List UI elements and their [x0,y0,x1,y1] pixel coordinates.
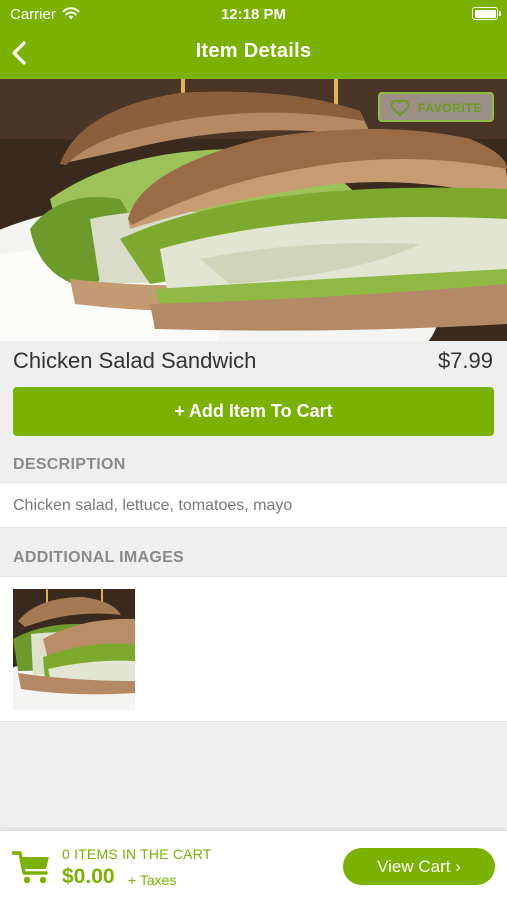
description-panel: Chicken salad, lettuce, tomatoes, mayo [0,482,507,528]
chevron-right-icon: › [455,857,461,876]
cart-summary-bar: 0 ITEMS IN THE CART $0.00 + Taxes View C… [0,830,507,900]
add-to-cart-button[interactable]: + Add Item To Cart [13,387,494,436]
cart-icon[interactable] [12,849,52,885]
additional-images-panel [0,576,507,722]
item-name: Chicken Salad Sandwich [13,348,257,373]
favorite-label: FAVORITE [418,101,482,115]
item-hero-image: FAVORITE [0,79,507,341]
description-text: Chicken salad, lettuce, tomatoes, mayo [13,497,293,514]
sandwich-thumbnail-photo [13,589,135,710]
battery-icon [472,7,501,20]
navigation-bar: Item Details [0,30,507,74]
additional-image-thumbnail[interactable] [13,589,135,710]
view-cart-label: View Cart [377,857,451,876]
item-price: $7.99 [437,348,493,373]
header: Carrier 12:18 PM Item Details [0,0,507,79]
status-bar: Carrier 12:18 PM [0,0,507,28]
add-to-cart-label: Add Item To Cart [188,401,333,421]
view-cart-button[interactable]: View Cart › [343,848,495,885]
clock: 12:18 PM [220,6,287,23]
cart-taxes-note: + Taxes [128,872,177,888]
favorite-button[interactable]: FAVORITE [378,92,494,122]
plus-icon: + [174,401,185,421]
cart-total: $0.00 [62,865,115,888]
cart-items-count: 0 ITEMS IN THE CART [62,846,212,862]
battery-fill [474,9,496,18]
page-title: Item Details [195,40,312,62]
heart-icon [390,99,410,116]
additional-images-heading: ADDITIONAL IMAGES [13,549,185,566]
description-heading: DESCRIPTION [13,456,126,473]
